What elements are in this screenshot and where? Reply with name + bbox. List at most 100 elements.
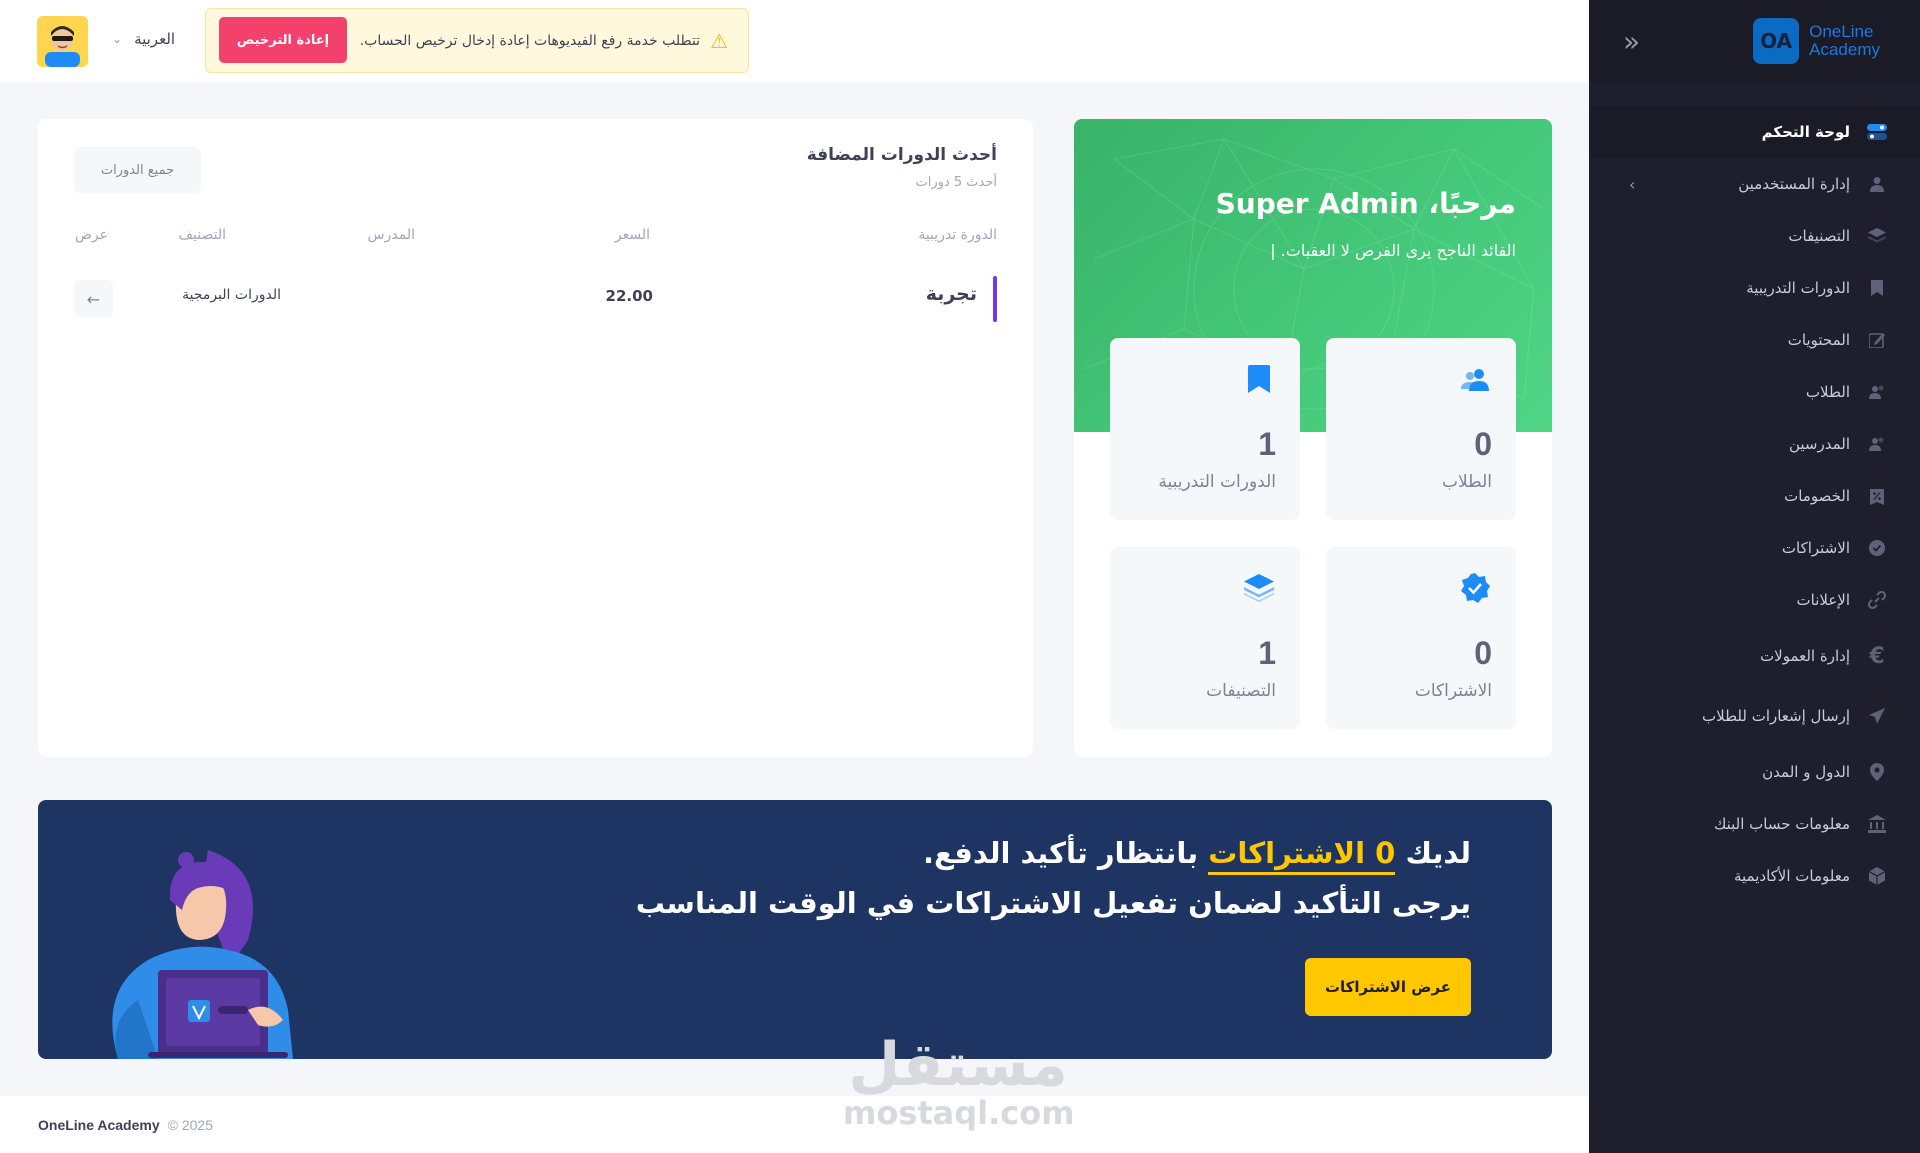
sidebar-item-label: المدرسين — [1788, 435, 1850, 453]
sidebar-item-bank[interactable]: معلومات حساب البنك — [1589, 798, 1920, 850]
verified-icon — [1866, 537, 1888, 559]
collapse-sidebar-icon[interactable]: » — [1623, 25, 1647, 58]
sidebar-item-label: الدول و المدن — [1762, 763, 1850, 781]
language-label: العربية — [134, 30, 176, 48]
bookmark-icon — [1244, 364, 1274, 394]
map-pin-icon — [1866, 761, 1888, 783]
stat-value: 0 — [1474, 426, 1492, 462]
sidebar-item-subscriptions[interactable]: الاشتراكات — [1589, 522, 1920, 574]
stat-value: 1 — [1258, 635, 1276, 671]
sidebar-item-label: الاشتراكات — [1781, 539, 1850, 557]
banner-line1-after: بانتظار تأكيد الدفع. — [923, 836, 1199, 870]
edit-icon — [1866, 329, 1888, 351]
send-icon — [1866, 705, 1888, 727]
sidebar: » OA OneLine Academy لوحة التحكم إدارة ا… — [1589, 0, 1920, 1153]
sidebar-item-users-management[interactable]: إدارة المستخدمين › — [1589, 158, 1920, 210]
view-course-button[interactable]: ← — [74, 280, 113, 318]
stat-card-courses[interactable]: 1 الدورات التدريبية — [1110, 338, 1300, 520]
stat-label: التصنيفات — [1206, 681, 1276, 701]
sidebar-item-label: التصنيفات — [1788, 227, 1850, 245]
sidebar-item-courses[interactable]: الدورات التدريبية — [1589, 262, 1920, 314]
sidebar-item-label: لوحة التحكم — [1761, 123, 1850, 141]
sidebar-item-notifications[interactable]: إرسال إشعارات للطلاب — [1589, 686, 1920, 746]
banner-highlight: 0 الاشتراكات — [1208, 836, 1396, 875]
welcome-subtitle: القائد الناجح يرى الفرص لا العقبات. | — [1270, 241, 1516, 260]
sidebar-item-contents[interactable]: المحتويات — [1589, 314, 1920, 366]
footer-copyright: © 2025 — [167, 1116, 213, 1133]
sidebar-item-ads[interactable]: الإعلانات — [1589, 574, 1920, 626]
alert-text: تتطلب خدمة رفع الفيديوهات إعادة إدخال تر… — [359, 32, 701, 49]
sidebar-item-label: الخصومات — [1784, 487, 1850, 505]
sidebar-item-label: إدارة العمولات — [1760, 647, 1850, 665]
verified-icon — [1460, 573, 1490, 603]
sidebar-item-academy-info[interactable]: معلومات الأكاديمية — [1589, 850, 1920, 902]
sidebar-item-label: المحتويات — [1787, 331, 1850, 349]
relicense-button[interactable]: إعادة الترخيص — [219, 17, 347, 63]
discount-icon — [1866, 485, 1888, 507]
card-subtitle: أحدث 5 دورات — [915, 175, 997, 190]
column-header-teacher: المدرس — [367, 227, 415, 243]
sidebar-item-students[interactable]: الطلاب — [1589, 366, 1920, 418]
sidebar-item-categories[interactable]: التصنيفات — [1589, 210, 1920, 262]
column-header-price: السعر — [614, 227, 650, 243]
chevron-right-icon: › — [1629, 174, 1636, 194]
row-accent — [993, 276, 997, 322]
users-icon — [1460, 364, 1490, 394]
user-avatar[interactable] — [37, 16, 88, 67]
latest-courses-card: أحدث الدورات المضافة أحدث 5 دورات جميع ا… — [38, 119, 1033, 757]
chevron-down-icon: ⌄ — [112, 32, 123, 46]
bank-icon — [1866, 813, 1888, 835]
user-icon — [1866, 173, 1888, 195]
column-header-view: عرض — [74, 227, 108, 243]
layers-icon — [1244, 573, 1274, 603]
person-laptop-illustration — [112, 850, 294, 1059]
layers-icon — [1866, 225, 1888, 247]
logo-line2: Academy — [1809, 40, 1880, 59]
sidebar-menu: لوحة التحكم إدارة المستخدمين › التصنيفات… — [1589, 82, 1920, 902]
stat-card-subscriptions[interactable]: 0 الاشتراكات — [1326, 547, 1516, 729]
cube-icon — [1866, 865, 1888, 887]
stat-card-students[interactable]: 0 الطلاب — [1326, 338, 1516, 520]
teachers-icon — [1866, 433, 1888, 455]
sidebar-item-dashboard[interactable]: لوحة التحكم — [1589, 106, 1920, 158]
users-icon — [1866, 381, 1888, 403]
logo-text: OneLine Academy — [1809, 23, 1880, 59]
view-subscriptions-button[interactable]: عرض الاشتراكات — [1305, 958, 1471, 1016]
sidebar-item-label: إرسال إشعارات للطلاب — [1702, 707, 1850, 725]
welcome-title: مرحبًا، Super Admin — [1215, 187, 1516, 220]
column-header-course: الدورة تدريبية — [918, 227, 997, 243]
stat-label: الاشتراكات — [1414, 681, 1492, 701]
stat-label: الدورات التدريبية — [1158, 472, 1276, 492]
course-category: الدورات البرمجية — [182, 287, 281, 303]
sidebar-item-commissions[interactable]: € إدارة العمولات — [1589, 626, 1920, 686]
sidebar-item-label: الإعلانات — [1796, 591, 1851, 609]
toggle-icon — [1866, 121, 1888, 143]
logo-mark: OA — [1753, 18, 1800, 64]
link-icon — [1866, 589, 1888, 611]
footer: OneLine Academy © 2025 — [0, 1096, 1589, 1153]
sidebar-item-discounts[interactable]: الخصومات — [1589, 470, 1920, 522]
column-header-category: التصنيف — [178, 227, 226, 243]
sidebar-item-label: معلومات الأكاديمية — [1733, 867, 1850, 885]
sidebar-item-teachers[interactable]: المدرسين — [1589, 418, 1920, 470]
banner-line1: لديك 0 الاشتراكات بانتظار تأكيد الدفع. — [923, 836, 1471, 875]
sidebar-item-label: الطلاب — [1805, 383, 1850, 401]
pending-subscriptions-banner: لديك 0 الاشتراكات بانتظار تأكيد الدفع. ي… — [38, 800, 1552, 1059]
logo[interactable]: OA OneLine Academy — [1753, 18, 1880, 64]
sidebar-item-label: الدورات التدريبية — [1746, 279, 1850, 297]
sidebar-item-label: إدارة المستخدمين — [1738, 175, 1850, 193]
sidebar-item-label: معلومات حساب البنك — [1713, 815, 1850, 833]
all-courses-button[interactable]: جميع الدورات — [74, 147, 201, 193]
sidebar-item-countries[interactable]: الدول و المدن — [1589, 746, 1920, 798]
banner-line2: يرجى التأكيد لضمان تفعيل الاشتراكات في ا… — [635, 886, 1471, 920]
bookmark-icon — [1866, 277, 1888, 299]
logo-line1: OneLine — [1809, 22, 1874, 41]
stat-card-categories[interactable]: 1 التصنيفات — [1110, 547, 1300, 729]
course-name[interactable]: تجربة — [926, 283, 977, 305]
warning-icon: ⚠ — [710, 28, 728, 53]
footer-brand[interactable]: OneLine Academy — [38, 1117, 160, 1133]
stat-value: 0 — [1474, 635, 1492, 671]
stat-value: 1 — [1258, 426, 1276, 462]
language-switcher[interactable]: ⌄ العربية — [112, 30, 175, 48]
stat-label: الطلاب — [1442, 472, 1492, 492]
